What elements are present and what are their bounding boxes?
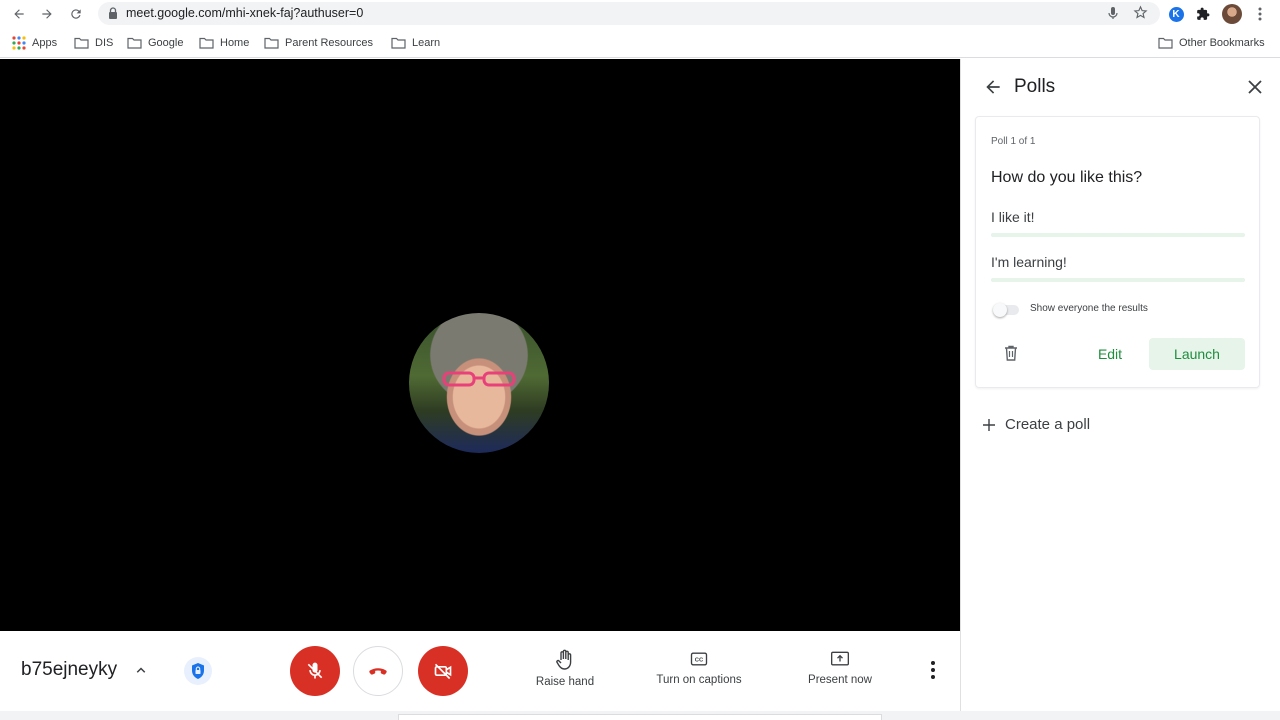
avatar-glasses (442, 371, 516, 387)
camera-off-icon (434, 663, 452, 680)
mic-off-icon (307, 662, 323, 679)
folder-icon (1158, 37, 1173, 49)
present-now-button[interactable]: Present now (800, 649, 880, 686)
other-bookmarks[interactable]: Other Bookmarks (1158, 35, 1265, 51)
raise-hand-button[interactable]: Raise hand (530, 649, 600, 688)
show-results-toggle[interactable] (993, 303, 1021, 317)
bookmark-label: Learn (412, 37, 441, 49)
bookmark-google[interactable]: Google (127, 35, 183, 51)
folder-icon (199, 37, 214, 49)
browser-menu-icon[interactable] (1250, 4, 1270, 24)
create-poll-button[interactable]: Create a poll (983, 416, 1090, 433)
bookmark-label: Home (220, 37, 250, 49)
folder-icon (127, 37, 142, 49)
create-poll-label: Create a poll (1005, 416, 1091, 433)
hang-up-icon (369, 668, 387, 675)
bookmark-label: Google (148, 37, 184, 49)
extension-k-icon[interactable]: K (1166, 4, 1186, 24)
launch-poll-button[interactable]: Launch (1149, 338, 1245, 370)
extension-letter: K (1168, 6, 1184, 22)
poll-count: Poll 1 of 1 (991, 136, 1036, 147)
poll-option: I like it! (991, 209, 1035, 225)
forward-icon[interactable] (37, 4, 57, 24)
meeting-code: b75ejneyky (21, 659, 118, 680)
bookmark-apps[interactable]: Apps (12, 35, 57, 51)
poll-option: I'm learning! (991, 254, 1067, 270)
bookmarks-bar: Apps DIS Google Home Parent Resources Le… (0, 28, 1280, 58)
voice-search-icon[interactable] (1108, 6, 1118, 20)
more-options-icon[interactable] (924, 659, 942, 681)
bookmark-home[interactable]: Home (199, 35, 249, 51)
leave-call-button[interactable] (353, 646, 403, 696)
back-icon[interactable] (9, 4, 29, 24)
chevron-up-icon[interactable] (132, 661, 150, 679)
panel-title: Polls (1014, 76, 1056, 97)
extensions-puzzle-icon[interactable] (1193, 4, 1213, 24)
back-arrow-icon[interactable] (983, 77, 1003, 97)
apps-grid-icon (12, 36, 26, 50)
poll-card: Poll 1 of 1 How do you like this? I like… (975, 116, 1260, 388)
other-bookmarks-label: Other Bookmarks (1179, 37, 1265, 49)
raise-hand-label: Raise hand (535, 676, 595, 688)
microphone-toggle-button[interactable] (290, 646, 340, 696)
horizontal-scrollbar[interactable] (398, 714, 882, 720)
bookmark-star-icon[interactable] (1133, 5, 1148, 20)
bookmark-label: DIS (95, 37, 114, 49)
poll-question: How do you like this? (991, 169, 1143, 186)
host-controls-button[interactable] (184, 657, 212, 685)
svg-text:CC: CC (695, 658, 704, 664)
present-now-label: Present now (808, 674, 872, 686)
folder-icon (74, 37, 89, 49)
profile-avatar[interactable] (1222, 4, 1242, 24)
plus-icon (983, 418, 995, 431)
shield-lock-icon (192, 663, 204, 679)
window-bottom-strip (0, 711, 1280, 720)
lock-icon (109, 7, 117, 19)
bookmark-label: Apps (32, 37, 58, 49)
close-icon[interactable] (1247, 79, 1263, 95)
present-screen-icon (831, 651, 849, 666)
polls-panel: Polls Poll 1 of 1 How do you like this? … (960, 59, 1280, 711)
address-bar[interactable]: meet.google.com/mhi-xnek-faj?authuser=0 (98, 2, 1160, 25)
show-results-label: Show everyone the results (1030, 303, 1148, 314)
camera-toggle-button[interactable] (418, 646, 468, 696)
meeting-controls-bar: b75ejneyky Raise hand CC Turn on caption… (0, 631, 960, 711)
poll-option-bar (991, 233, 1245, 237)
trash-icon[interactable] (1004, 345, 1018, 361)
bookmark-label: Parent Resources (285, 37, 374, 49)
video-stage (0, 59, 960, 631)
folder-icon (264, 37, 279, 49)
url-text: meet.google.com/mhi-xnek-faj?authuser=0 (126, 6, 364, 20)
closed-captions-icon: CC (690, 652, 708, 666)
bookmark-dis[interactable]: DIS (74, 35, 113, 51)
reload-icon[interactable] (66, 4, 86, 24)
participant-avatar (409, 313, 549, 453)
hand-icon (556, 649, 572, 670)
bookmark-parent-resources[interactable]: Parent Resources (264, 35, 373, 51)
folder-icon (391, 37, 406, 49)
poll-option-bar (991, 278, 1245, 282)
captions-button[interactable]: CC Turn on captions (648, 649, 750, 686)
bookmark-learn[interactable]: Learn (391, 35, 440, 51)
captions-label: Turn on captions (656, 674, 742, 686)
browser-toolbar: meet.google.com/mhi-xnek-faj?authuser=0 … (0, 0, 1280, 28)
edit-poll-button[interactable]: Edit (1086, 338, 1134, 370)
